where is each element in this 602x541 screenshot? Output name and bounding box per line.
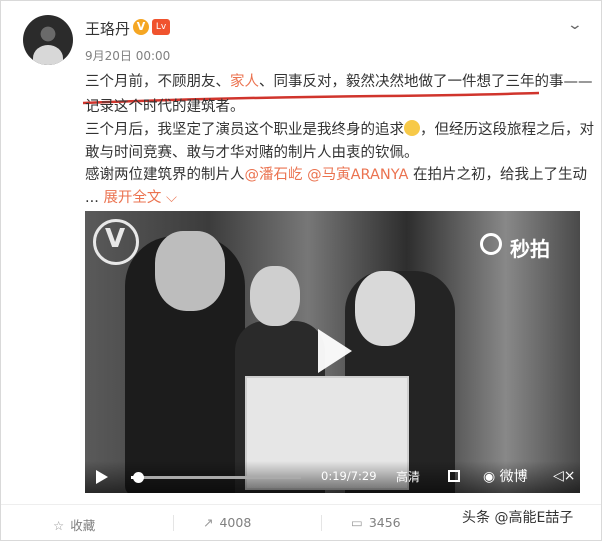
mute-icon[interactable]: ◁× (553, 468, 576, 484)
expand-arrow-icon: ⌵ (166, 190, 178, 206)
text-segment: 三个月后，我坚定了演员这个职业是我终身的追求 (85, 122, 404, 138)
favorite-button[interactable]: ☆ 收藏 (53, 515, 95, 534)
video-time: 0:19/7:29 (321, 469, 377, 483)
text-segment: ，但经历这段旅程之后，对 (420, 122, 594, 138)
comment-button[interactable]: ▭ 3456 (351, 515, 401, 530)
repost-button[interactable]: ↗ 4008 (203, 515, 251, 530)
post-text-line-1: 三个月前，不顾朋友、家人、同事反对，毅然决然地做了一件想了三年的事—— (85, 70, 593, 91)
star-icon: ☆ (53, 518, 65, 533)
laughing-emoji-icon (404, 120, 420, 136)
video-controls-bar: 0:19/7:29 高清 ◉ 微博 ◁× (85, 461, 580, 493)
miaopai-text: 秒拍 (510, 237, 550, 261)
fullscreen-icon[interactable] (448, 470, 460, 482)
comment-icon: ▭ (351, 515, 363, 530)
divider (173, 515, 174, 531)
weibo-label: 微博 (499, 469, 528, 485)
quality-button[interactable]: 高清 (396, 468, 420, 485)
divider (321, 515, 322, 531)
repost-count: 4008 (219, 515, 252, 530)
video-player[interactable]: 秒拍 0:19/7:29 高清 ◉ 微博 ◁× (85, 211, 580, 493)
favorite-label: 收藏 (70, 518, 96, 533)
ellipsis: ... (85, 190, 99, 206)
expand-row: ... 展开全文 ⌵ (85, 186, 555, 207)
post-text-line-2: 记录这个时代的建筑者。 (85, 99, 245, 115)
verified-badge: V (133, 19, 149, 35)
toutiao-watermark: 头条 @高能E喆子 (462, 510, 574, 526)
weibo-logo[interactable]: ◉ 微博 (483, 466, 528, 486)
video-frame-figure (250, 266, 300, 326)
text-segment: 三个月前，不顾朋友、 (85, 74, 230, 90)
weibo-eye-icon: ◉ (483, 469, 496, 485)
text-segment: 感谢两位建筑界的制片人 (85, 167, 245, 183)
progress-bar[interactable] (131, 472, 301, 483)
comment-count: 3456 (368, 515, 401, 530)
expand-label: 展开全文 (103, 190, 162, 206)
post-text-line-5: 感谢两位建筑界的制片人@潘石屹 @马寅ARANYA 在拍片之初，给我上了生动 (85, 163, 587, 184)
weibo-post-card: 王珞丹 V Lv 9月20日 00:00 ⌄ 三个月前，不顾朋友、家人、同事反对… (0, 0, 602, 541)
mention-link[interactable]: @马寅ARANYA (307, 167, 408, 183)
video-frame-figure (155, 231, 225, 311)
highlight-text: 家人 (230, 74, 259, 90)
play-icon[interactable] (96, 470, 108, 484)
expand-full-text-link[interactable]: 展开全文 ⌵ (103, 190, 177, 206)
miaopai-logo-icon (480, 233, 502, 255)
post-text-line-3: 三个月后，我坚定了演员这个职业是我终身的追求 ，但经历这段旅程之后，对 (85, 118, 594, 139)
level-badge: Lv (152, 19, 170, 35)
chevron-down-icon[interactable]: ⌄ (567, 17, 583, 33)
progress-thumb[interactable] (133, 472, 145, 483)
avatar[interactable] (23, 15, 73, 65)
text-segment: 在拍片之初，给我上了生动 (408, 167, 588, 183)
post-text-line-4: 敢与时间竞赛、敢与才华对赌的制片人由衷的钦佩。 (85, 145, 419, 161)
video-frame-figure (355, 271, 415, 346)
mention-link[interactable]: @潘石屹 (245, 167, 303, 183)
post-time[interactable]: 9月20日 00:00 (85, 47, 170, 64)
text-segment: 、同事反对，毅然决然地做了一件想了三年的事—— (259, 74, 593, 90)
author-name[interactable]: 王珞丹 (85, 18, 130, 39)
play-overlay-icon[interactable] (318, 329, 352, 373)
repost-icon: ↗ (203, 515, 214, 530)
